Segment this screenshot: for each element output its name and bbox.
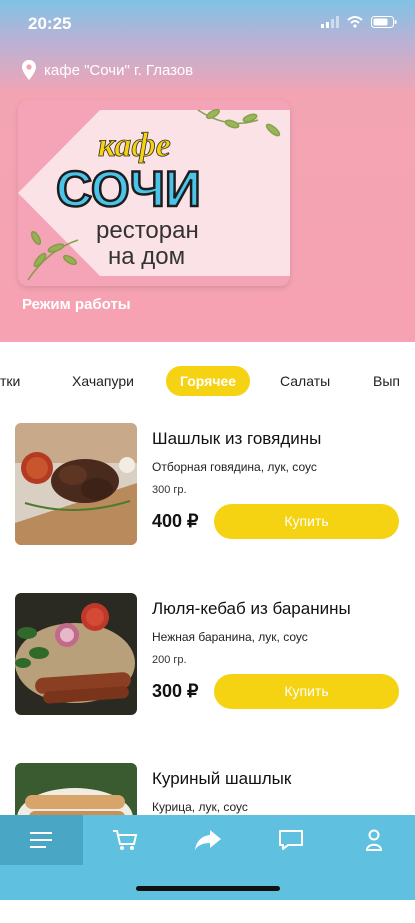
nav-chat-button[interactable] [249, 815, 332, 865]
banner-tagline-1: ресторан [96, 217, 199, 244]
banner-tagline-2: на дом [108, 243, 185, 270]
home-indicator [136, 886, 280, 891]
status-time: 20:25 [28, 14, 72, 33]
location-label: кафе "Сочи" г. Глазов [44, 61, 194, 79]
status-bar: 20:25 [0, 0, 415, 50]
nav-cart-button[interactable] [83, 815, 166, 865]
profile-icon [365, 829, 382, 851]
promo-banner[interactable]: кафе СОЧИ ресторан на дом [18, 100, 290, 286]
buy-button[interactable]: Купить [214, 674, 399, 709]
product-description: Курица, лук, соус [152, 800, 248, 814]
nav-profile-button[interactable] [332, 815, 415, 865]
product-description: Нежная баранина, лук, соус [152, 630, 308, 644]
product-price: 300 ₽ [152, 681, 199, 701]
banner-logo-main: СОЧИ [56, 161, 201, 217]
product-image [15, 593, 137, 715]
product-name: Куриный шашлык [152, 769, 292, 788]
signal-icon [321, 16, 339, 28]
product-price: 400 ₽ [152, 511, 199, 531]
nav-share-button[interactable] [166, 815, 249, 865]
tab-salads[interactable]: Салаты [280, 366, 330, 396]
banner-artwork: кафе СОЧИ ресторан на дом [18, 100, 290, 286]
location-pin-icon [22, 60, 36, 80]
tab-hot-dishes[interactable]: Горячее [166, 366, 251, 396]
wifi-icon [347, 16, 363, 28]
product-card[interactable]: Люля-кебаб из баранины Нежная баранина, … [0, 593, 415, 753]
tab-khachapuri[interactable]: Хачапури [72, 366, 134, 396]
product-card[interactable]: Шашлык из говядины Отборная говядина, лу… [0, 423, 415, 583]
banner-logo-script: кафе [98, 127, 171, 164]
header: 20:25 кафе "Сочи" г. Глазов кафе СОЧИ ре… [0, 0, 415, 342]
buy-button[interactable]: Купить [214, 504, 399, 539]
product-weight: 300 гр. [152, 484, 187, 496]
location-selector[interactable]: кафе "Сочи" г. Глазов [22, 60, 193, 80]
cart-icon [112, 830, 137, 850]
tab-partial-left[interactable]: тки [0, 366, 20, 396]
status-icons [321, 16, 397, 28]
product-image [15, 423, 137, 545]
working-hours-link[interactable]: Режим работы [22, 296, 131, 313]
category-tabs: тки Хачапури Горячее Салаты Вып [0, 343, 415, 413]
product-description: Отборная говядина, лук, соус [152, 460, 317, 474]
nav-menu-button[interactable] [0, 815, 83, 865]
share-icon [194, 830, 221, 850]
menu-icon [29, 832, 52, 848]
product-name: Люля-кебаб из баранины [152, 599, 351, 618]
battery-icon [371, 16, 397, 28]
chat-icon [278, 830, 303, 850]
product-name: Шашлык из говядины [152, 429, 322, 448]
product-weight: 200 гр. [152, 654, 187, 666]
tab-partial-right[interactable]: Вып [373, 366, 400, 396]
